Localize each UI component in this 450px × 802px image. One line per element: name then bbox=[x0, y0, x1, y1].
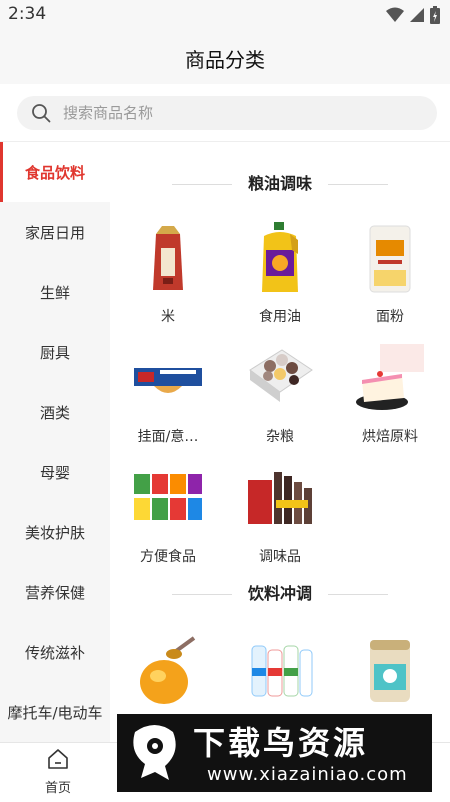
sidebar-item-label: 家居日用 bbox=[24, 223, 85, 242]
milk-bottles-icon bbox=[251, 645, 313, 697]
search-icon[interactable] bbox=[31, 103, 51, 123]
sidebar-item-label: 母婴 bbox=[39, 463, 70, 482]
cake-icon bbox=[356, 344, 424, 410]
honey-jar-icon bbox=[140, 636, 196, 704]
category-item-cooking-oil[interactable]: 食用油 bbox=[225, 220, 335, 326]
sidebar-item-label: 厨具 bbox=[39, 343, 70, 362]
home-icon bbox=[48, 749, 68, 769]
watermark-url: www.xiazainiao.com bbox=[207, 764, 408, 785]
section-title-text: 粮油调味 bbox=[247, 174, 312, 193]
status-bar: 2:34 bbox=[0, 0, 450, 30]
category-item-flour[interactable]: 面粉 bbox=[335, 220, 445, 326]
category-item-label: 调味品 bbox=[259, 549, 301, 565]
category-content: 粮油调味 米 食用油 面粉 挂面/意… 杂粮 烘焙原料 方便食品 调味品 饮料冲… bbox=[110, 142, 450, 742]
category-item-label: 杂粮 bbox=[266, 429, 294, 445]
section-title: 饮料冲调 bbox=[110, 580, 450, 604]
category-item-milk-powder[interactable] bbox=[335, 632, 445, 718]
category-sidebar: 食品饮料 家居日用 生鲜 厨具 酒类 母婴 美妆护肤 营养保健 传统滋补 摩托车… bbox=[0, 142, 110, 742]
sidebar-item-label: 食品饮料 bbox=[24, 163, 85, 182]
section-title: 粮油调味 bbox=[110, 170, 450, 194]
sidebar-item-health[interactable]: 营养保健 bbox=[0, 562, 110, 622]
sidebar-item-food-drinks[interactable]: 食品饮料 bbox=[0, 142, 110, 202]
category-item-seasoning[interactable]: 调味品 bbox=[225, 460, 335, 566]
sidebar-item-label: 摩托车/电动车 bbox=[7, 703, 103, 722]
category-item-label: 烘焙原料 bbox=[362, 429, 418, 445]
sidebar-item-kitchenware[interactable]: 厨具 bbox=[0, 322, 110, 382]
sidebar-item-label: 传统滋补 bbox=[24, 643, 85, 662]
sidebar-item-label: 营养保健 bbox=[24, 583, 85, 602]
category-item-label: 面粉 bbox=[376, 309, 404, 325]
sidebar-item-label: 美妆护肤 bbox=[24, 523, 85, 542]
search-bar bbox=[0, 84, 450, 142]
instant-noodles-icon bbox=[134, 474, 202, 520]
category-item-label: 食用油 bbox=[259, 309, 301, 325]
oil-bottle-icon bbox=[262, 222, 298, 292]
status-icons bbox=[386, 6, 440, 24]
sidebar-item-label: 酒类 bbox=[39, 403, 70, 422]
category-item-milk[interactable] bbox=[225, 632, 335, 718]
sidebar-item-tonic[interactable]: 传统滋补 bbox=[0, 622, 110, 682]
category-item-honey[interactable] bbox=[113, 632, 223, 718]
sidebar-item-household[interactable]: 家居日用 bbox=[0, 202, 110, 262]
search-box[interactable] bbox=[17, 96, 437, 130]
category-item-noodles[interactable]: 挂面/意… bbox=[113, 340, 223, 446]
category-item-grains[interactable]: 杂粮 bbox=[225, 340, 335, 446]
nav-item-home[interactable]: 首页 bbox=[13, 747, 103, 796]
page-title: 商品分类 bbox=[185, 48, 265, 72]
wifi-icon bbox=[386, 7, 404, 22]
search-input[interactable] bbox=[63, 96, 423, 130]
category-item-label: 挂面/意… bbox=[137, 429, 199, 445]
category-item-label: 方便食品 bbox=[140, 549, 196, 565]
sidebar-item-liquor[interactable]: 酒类 bbox=[0, 382, 110, 442]
flour-bag-icon bbox=[369, 225, 411, 293]
condiments-icon bbox=[248, 472, 312, 524]
section-title-text: 饮料冲调 bbox=[247, 584, 312, 603]
watermark-banner: 下载鸟资源 www.xiazainiao.com bbox=[117, 714, 432, 792]
status-time: 2:34 bbox=[8, 4, 47, 24]
rice-bag-icon bbox=[153, 226, 183, 290]
pasta-box-icon bbox=[134, 368, 202, 393]
bird-logo-icon bbox=[133, 725, 176, 780]
milk-powder-can-icon bbox=[370, 640, 410, 702]
nav-label: 首页 bbox=[44, 781, 71, 796]
category-item-rice[interactable]: 米 bbox=[113, 220, 223, 326]
category-item-baking[interactable]: 烘焙原料 bbox=[335, 340, 445, 446]
category-item-label: 米 bbox=[161, 309, 175, 325]
sidebar-item-motorcycle[interactable]: 摩托车/电动车 bbox=[0, 682, 110, 742]
signal-icon bbox=[410, 8, 424, 22]
grains-tray-icon bbox=[249, 349, 313, 402]
watermark-title: 下载鸟资源 bbox=[193, 724, 369, 762]
sidebar-item-fresh[interactable]: 生鲜 bbox=[0, 262, 110, 322]
header: 商品分类 bbox=[0, 30, 450, 84]
sidebar-item-baby[interactable]: 母婴 bbox=[0, 442, 110, 502]
sidebar-item-label: 生鲜 bbox=[39, 283, 70, 302]
category-item-instant-food[interactable]: 方便食品 bbox=[113, 460, 223, 566]
sidebar-item-beauty[interactable]: 美妆护肤 bbox=[0, 502, 110, 562]
battery-icon bbox=[430, 6, 440, 24]
